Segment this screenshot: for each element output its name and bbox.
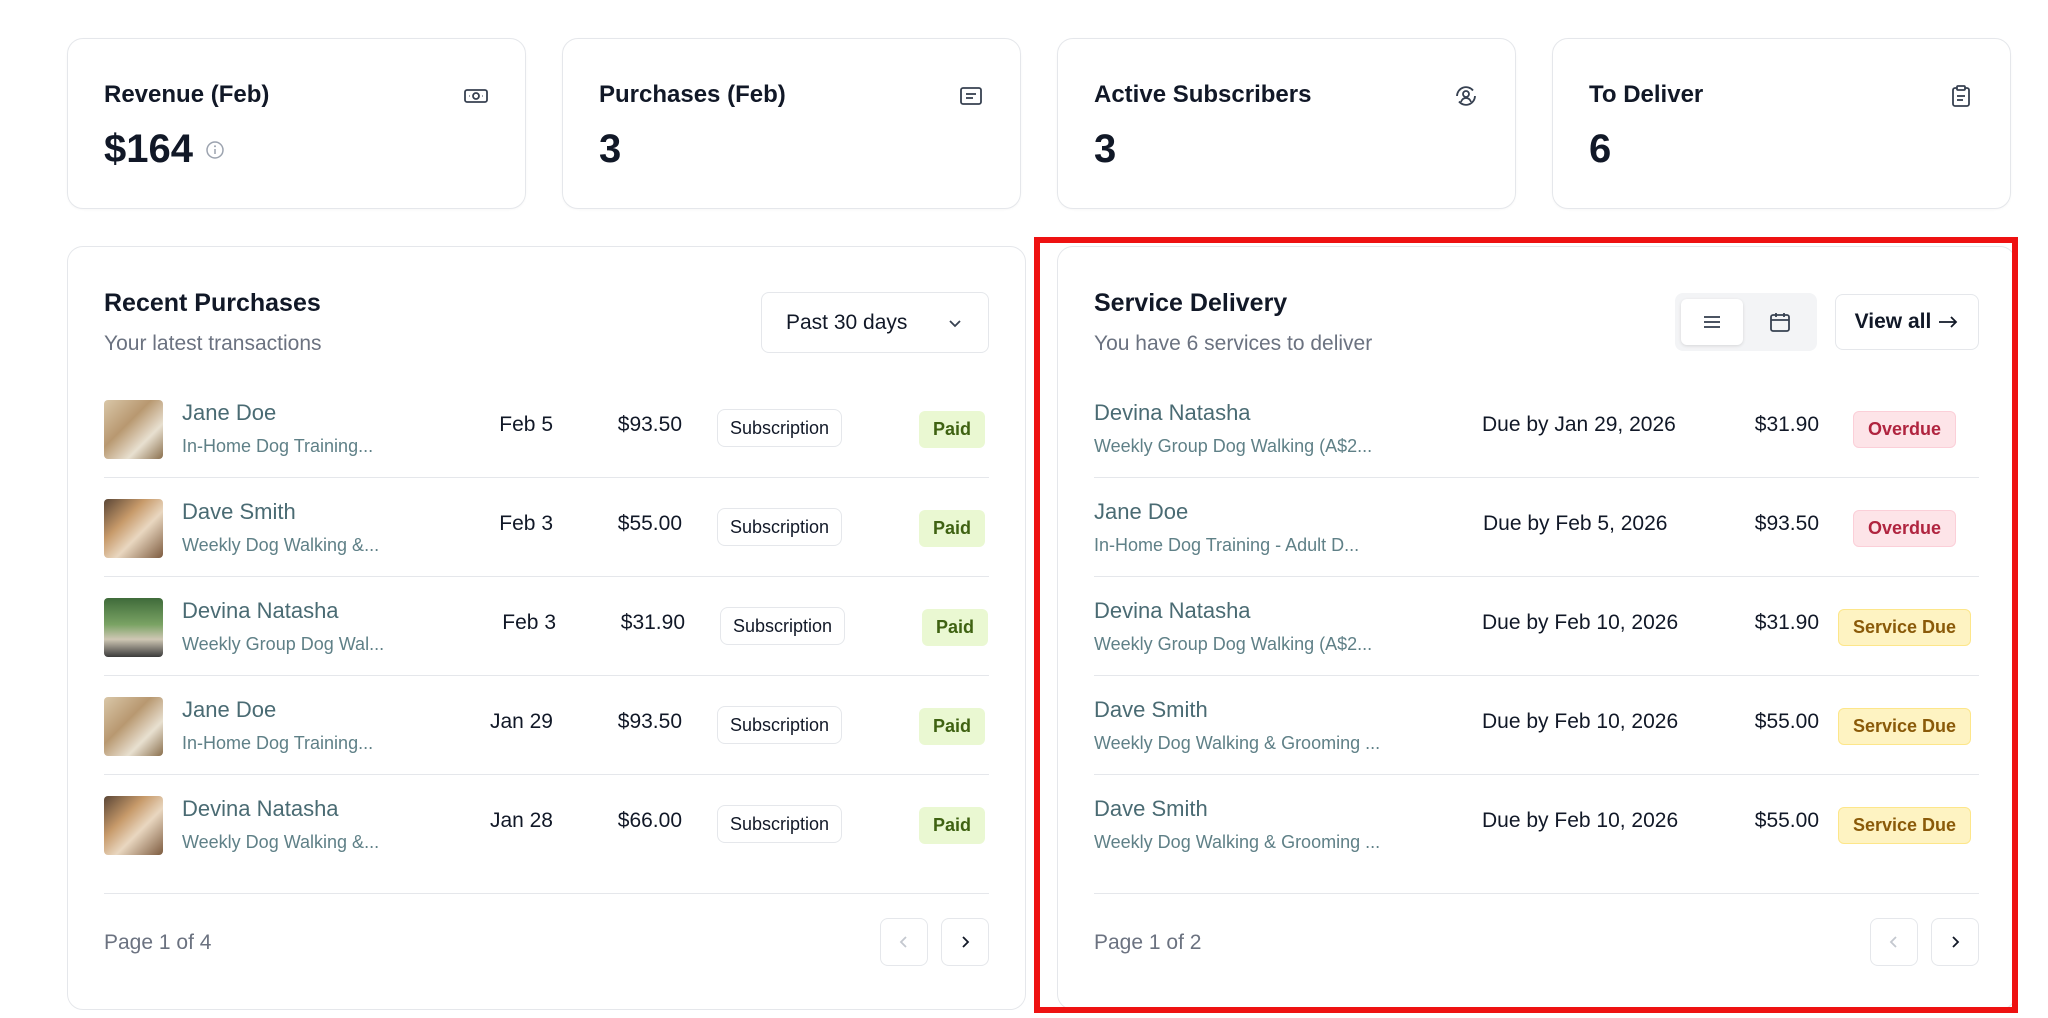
next-page-button[interactable] — [941, 918, 989, 966]
service-thumbnail — [104, 598, 163, 657]
stat-card-to-deliver: To Deliver 6 — [1552, 38, 2011, 209]
chevron-left-icon — [899, 936, 907, 948]
purchase-date: Jan 29 — [489, 710, 553, 733]
purchase-amount: $31.90 — [620, 611, 685, 634]
stat-title: Active Subscribers — [1094, 81, 1312, 108]
purchase-amount: $55.00 — [617, 512, 682, 535]
purchase-date: Feb 5 — [499, 413, 553, 436]
banknote-icon — [464, 89, 488, 103]
dropdown-value: Past 30 days — [786, 310, 908, 334]
purchase-row[interactable]: Jane Doe In-Home Dog Training... Jan 29 … — [104, 677, 989, 775]
recent-purchases-panel: Recent Purchases Your latest transaction… — [67, 246, 1026, 1010]
stat-value: 6 — [1589, 127, 1612, 171]
purchase-row[interactable]: Devina Natasha Weekly Dog Walking &... J… — [104, 776, 989, 874]
panel-title: Recent Purchases — [104, 289, 321, 317]
type-tag: Subscription — [717, 706, 843, 744]
status-badge: Paid — [922, 609, 989, 646]
status-badge: Paid — [919, 807, 986, 844]
service-description: In-Home Dog Training... — [182, 436, 374, 456]
purchase-amount: $66.00 — [617, 809, 682, 832]
divider — [104, 893, 989, 894]
customer-name[interactable]: Jane Doe — [182, 400, 276, 426]
stat-value: 3 — [1094, 127, 1117, 171]
stat-card-purchases: Purchases (Feb) 3 — [562, 38, 1021, 209]
service-thumbnail — [104, 697, 163, 756]
prev-page-button[interactable] — [880, 918, 928, 966]
purchase-row[interactable]: Devina Natasha Weekly Group Dog Wal... F… — [104, 578, 989, 676]
service-description: In-Home Dog Training... — [182, 733, 374, 753]
status-badge: Paid — [919, 708, 986, 745]
status-badge: Paid — [919, 510, 986, 547]
purchase-amount: $93.50 — [617, 413, 682, 436]
purchase-date: Feb 3 — [499, 512, 553, 535]
service-thumbnail — [104, 499, 163, 558]
customer-name[interactable]: Dave Smith — [182, 499, 296, 525]
chevron-down-icon — [949, 319, 961, 327]
status-badge: Paid — [919, 411, 986, 448]
customer-name[interactable]: Devina Natasha — [182, 598, 339, 624]
customer-name[interactable]: Jane Doe — [182, 697, 276, 723]
info-icon[interactable] — [205, 140, 225, 160]
receipt-icon — [960, 87, 982, 105]
date-range-dropdown[interactable]: Past 30 days — [761, 292, 989, 353]
service-description: Weekly Dog Walking &... — [182, 535, 380, 555]
service-thumbnail — [104, 796, 163, 855]
purchase-date: Jan 28 — [489, 809, 553, 832]
stat-title: Revenue (Feb) — [104, 81, 270, 108]
stat-title: Purchases (Feb) — [599, 81, 786, 108]
type-tag: Subscription — [720, 607, 846, 645]
purchase-row[interactable]: Dave Smith Weekly Dog Walking &... Feb 3… — [104, 479, 989, 577]
chevron-right-icon — [962, 936, 970, 948]
stat-card-subscribers: Active Subscribers 3 — [1057, 38, 1516, 209]
service-thumbnail — [104, 400, 163, 459]
user-cycle-icon — [1456, 86, 1476, 106]
stat-value: $164 — [104, 127, 193, 171]
panel-subtitle: Your latest transactions — [104, 332, 322, 355]
highlight-box — [1034, 237, 2018, 1013]
type-tag: Subscription — [717, 508, 843, 546]
purchase-date: Feb 3 — [502, 611, 556, 634]
clipboard-icon — [1952, 85, 1970, 107]
pagination-text: Page 1 of 4 — [104, 931, 212, 954]
customer-name[interactable]: Devina Natasha — [182, 796, 339, 822]
stat-card-revenue: Revenue (Feb) $164 — [67, 38, 526, 209]
type-tag: Subscription — [717, 409, 843, 447]
service-description: Weekly Dog Walking &... — [182, 832, 380, 852]
stat-value: 3 — [599, 127, 622, 171]
stat-value-wrap: $164 — [104, 127, 225, 172]
purchase-row[interactable]: Jane Doe In-Home Dog Training... Feb 5 $… — [104, 380, 989, 478]
service-description: Weekly Group Dog Wal... — [182, 634, 385, 654]
stat-title: To Deliver — [1589, 81, 1704, 108]
type-tag: Subscription — [717, 805, 843, 843]
purchase-amount: $93.50 — [617, 710, 682, 733]
